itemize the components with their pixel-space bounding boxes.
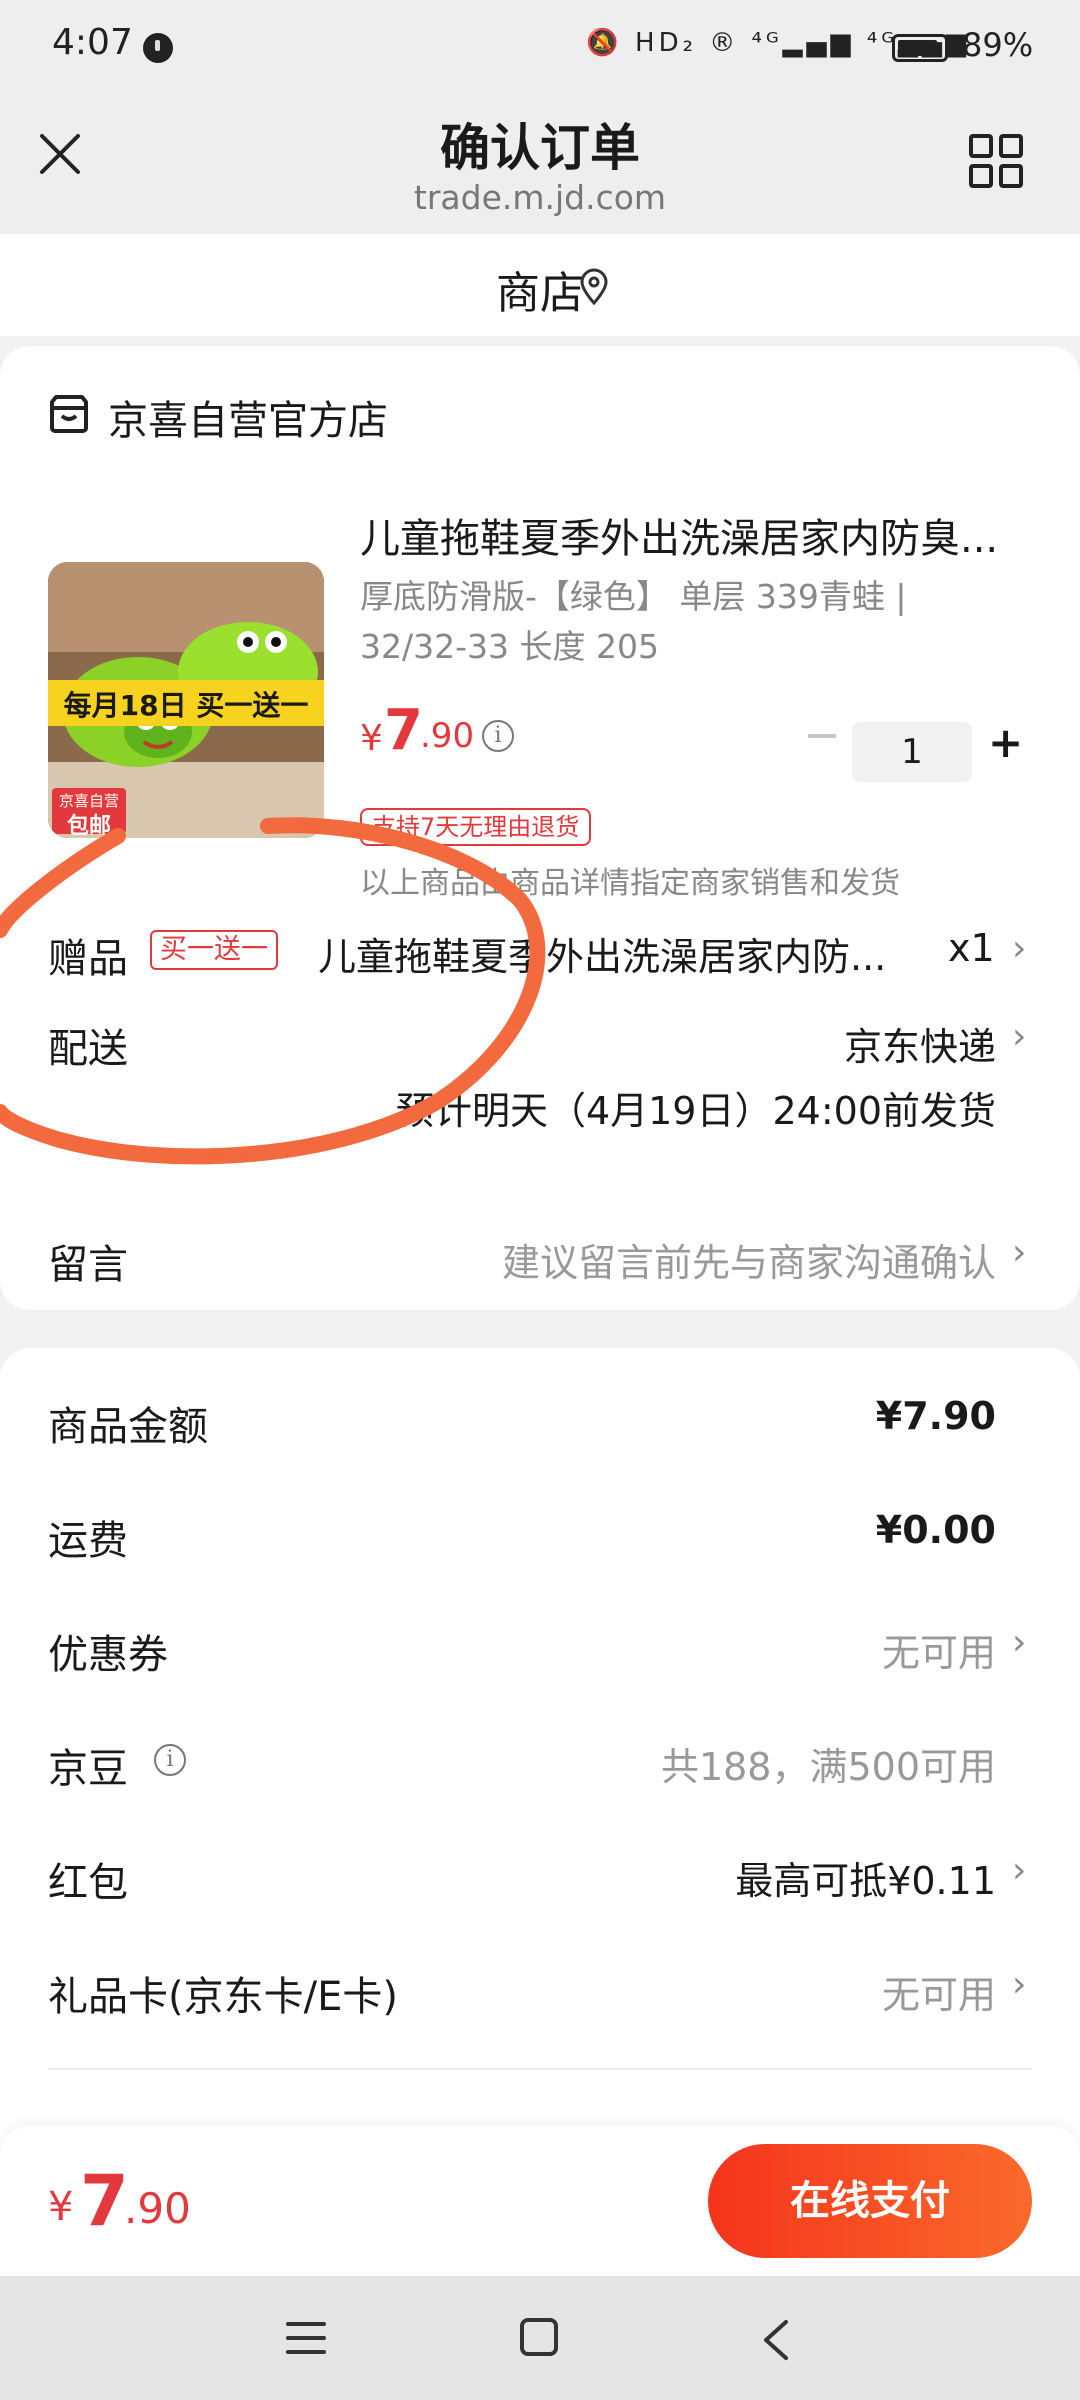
battery-level xyxy=(898,40,937,56)
shop-name[interactable]: 京喜自营官方店 xyxy=(108,388,388,446)
gift-label: 赠品 xyxy=(48,936,128,982)
quantity-field[interactable]: 1 xyxy=(852,722,972,782)
home-icon[interactable] xyxy=(520,2318,558,2356)
total-currency: ¥ xyxy=(48,2184,74,2230)
return-policy-badge: 支持7天无理由退货 xyxy=(360,808,592,846)
chevron-right-icon[interactable]: › xyxy=(1012,928,1026,969)
chevron-right-icon[interactable]: › xyxy=(1012,1016,1026,1057)
gift-quantity: x1 xyxy=(948,926,995,970)
price-currency: ¥ xyxy=(360,718,383,759)
red-packet-label: 红包 xyxy=(48,1860,128,1906)
battery-icon xyxy=(892,34,948,62)
battery-cap xyxy=(950,42,955,54)
info-icon[interactable]: i xyxy=(154,1744,186,1776)
delivery-eta: 预计明天（4月19日）24:00前发货 xyxy=(395,1089,996,1133)
delivery-method[interactable]: 京东快递 xyxy=(844,1016,996,1071)
coupon-label: 优惠券 xyxy=(48,1632,168,1678)
product-spec: 厚底防滑版-【绿色】 单层 339青蛙 | 32/32-33 长度 205 xyxy=(360,577,907,666)
chevron-right-icon[interactable]: › xyxy=(1012,1622,1026,1663)
coupon-value[interactable]: 无可用 xyxy=(882,1622,996,1677)
store-bar-label[interactable]: 商店 xyxy=(0,257,1080,321)
product-image-badge-bottom: 包邮 xyxy=(66,814,111,838)
status-time: 4:07 xyxy=(52,22,133,63)
quantity-decrease-button[interactable] xyxy=(808,734,836,738)
divider xyxy=(48,2068,1032,2070)
location-icon[interactable] xyxy=(578,268,610,306)
total-decimal: .90 xyxy=(124,2184,191,2233)
seller-note: 以上商品由商品详情指定商家销售和发货 xyxy=(360,866,900,901)
gift-promo-badge: 买一送一 xyxy=(150,930,278,970)
grid-icon[interactable] xyxy=(968,133,1024,189)
back-icon[interactable] xyxy=(760,2318,790,2362)
red-packet-value[interactable]: 最高可抵¥0.11 xyxy=(735,1850,996,1905)
gift-card-value[interactable]: 无可用 xyxy=(882,1964,996,2019)
gift-description[interactable]: 儿童拖鞋夏季外出洗澡居家内防... xyxy=(318,926,946,981)
price-integer: 7 xyxy=(384,698,423,763)
product-image-banner: 每月18日 买一送一 xyxy=(63,689,309,722)
chevron-right-icon[interactable]: › xyxy=(1012,1964,1026,2005)
battery-percent: 89% xyxy=(962,26,1034,64)
message-label: 留言 xyxy=(48,1242,128,1288)
delivery-label: 配送 xyxy=(48,1026,128,1072)
chevron-right-icon[interactable]: › xyxy=(1012,1232,1026,1273)
message-field[interactable]: 建议留言前先与商家沟通确认 xyxy=(502,1232,996,1287)
price-decimal: .90 xyxy=(420,716,475,756)
chevron-right-icon[interactable]: › xyxy=(1012,1850,1026,1891)
total-integer: 7 xyxy=(80,2160,129,2242)
page-url: trade.m.jd.com xyxy=(413,178,667,217)
shop-icon xyxy=(48,394,90,434)
shipping-label: 运费 xyxy=(48,1518,128,1564)
summary-card xyxy=(0,1348,1080,2248)
recent-apps-icon[interactable] xyxy=(286,2320,326,2356)
product-image[interactable]: 每月18日 买一送一 京喜自营 包邮 xyxy=(48,562,324,838)
jingdou-label: 京豆 xyxy=(48,1746,128,1792)
goods-amount-label: 商品金额 xyxy=(48,1404,208,1450)
product-title[interactable]: 儿童拖鞋夏季外出洗澡居家内防臭... xyxy=(360,506,1040,564)
info-icon[interactable]: i xyxy=(482,720,514,752)
gift-card-label: 礼品卡(京东卡/E卡) xyxy=(48,1974,398,2020)
jingdou-value: 共188，满500可用 xyxy=(660,1745,996,1789)
pay-online-button[interactable]: 在线支付 xyxy=(708,2144,1032,2258)
quantity-increase-button[interactable]: + xyxy=(988,718,1023,767)
shipping-value: ¥0.00 xyxy=(875,1508,996,1552)
clock-notification-icon xyxy=(143,33,173,63)
page-title: 确认订单 xyxy=(440,119,640,177)
goods-amount-value: ¥7.90 xyxy=(875,1394,996,1438)
